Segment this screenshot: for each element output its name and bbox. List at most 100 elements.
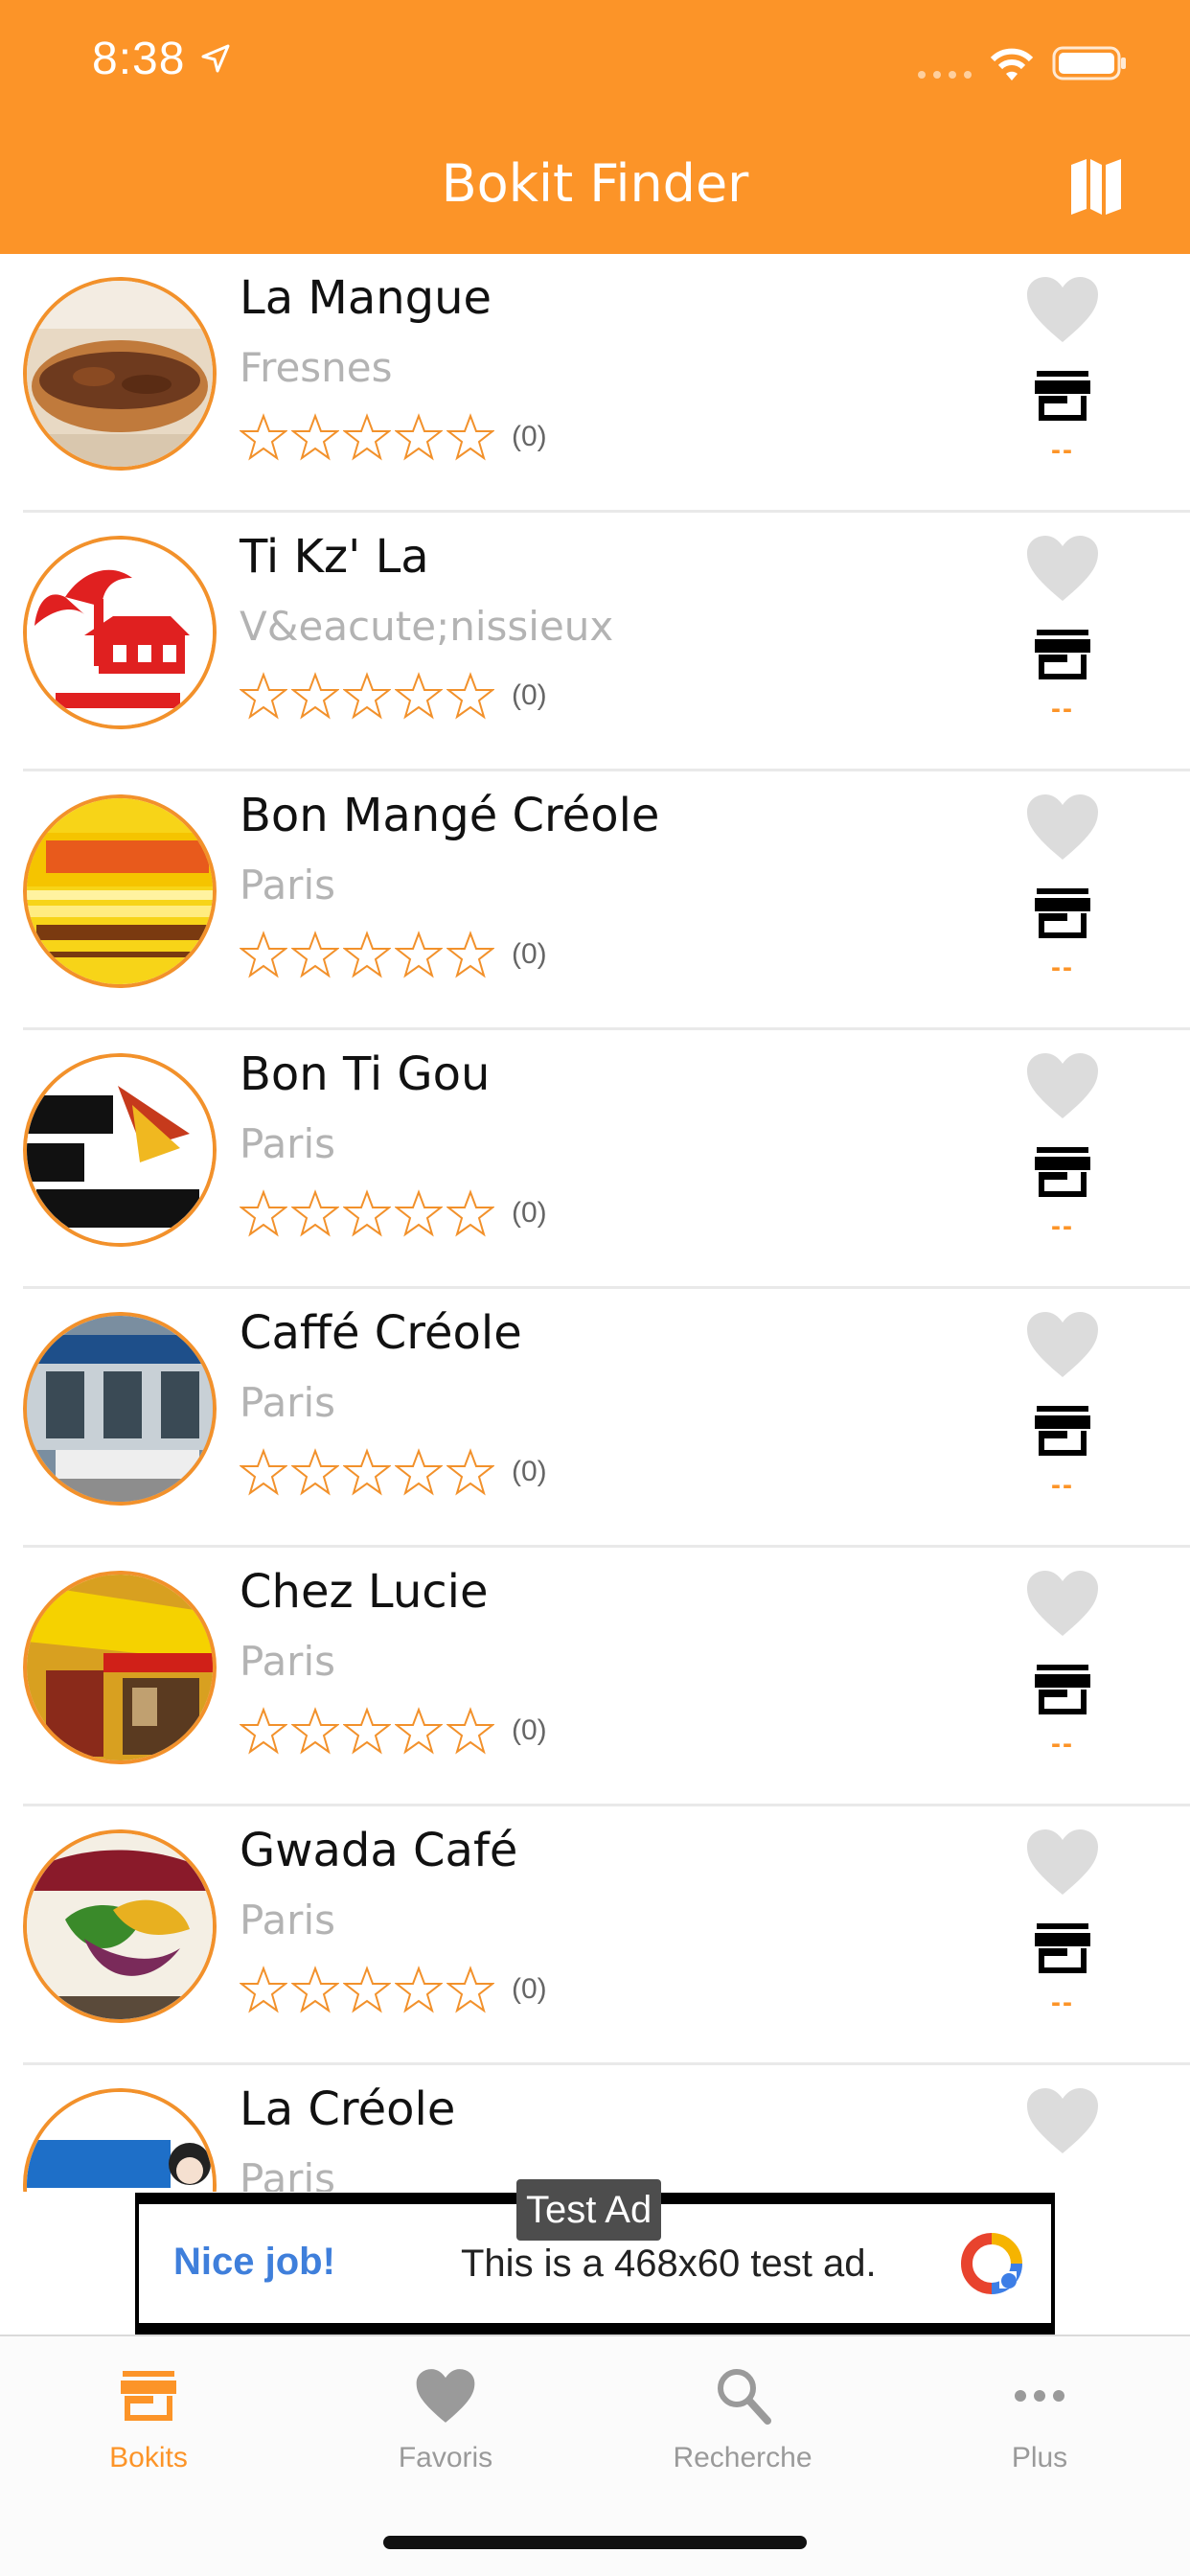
restaurant-thumbnail (23, 1829, 217, 2023)
list-item[interactable]: Caffé Créole Paris (0) -- (0, 1289, 1190, 1548)
rating-stars: (0) (240, 1966, 547, 2013)
cellular-signal-icon (918, 71, 972, 79)
rating-stars: (0) (240, 931, 547, 978)
star-icon (291, 413, 339, 461)
page-title: Bokit Finder (441, 153, 749, 214)
tab-label: Bokits (109, 2442, 188, 2473)
star-icon (395, 931, 443, 978)
star-icon (446, 672, 494, 720)
list-item[interactable]: La Créole Paris (0, 2065, 1190, 2192)
rating-count: (0) (512, 421, 547, 452)
favorite-heart-icon[interactable] (1025, 275, 1100, 344)
list-item[interactable]: La Mangue Fresnes (0) -- (0, 254, 1190, 513)
star-icon (343, 413, 391, 461)
star-icon (291, 1966, 339, 2013)
rating-count: (0) (512, 938, 547, 970)
ad-test-tag: Test Ad (516, 2179, 662, 2241)
star-icon (240, 1189, 287, 1237)
rating-count: (0) (512, 1456, 547, 1487)
map-icon[interactable] (1067, 157, 1125, 217)
star-icon (343, 1966, 391, 2013)
list-item[interactable]: Gwada Café Paris (0) -- (0, 1806, 1190, 2065)
favorite-heart-icon[interactable] (1025, 534, 1100, 603)
star-icon (240, 1448, 287, 1496)
tab-label: Recherche (673, 2442, 812, 2473)
star-icon (343, 1707, 391, 1755)
restaurant-name: Gwada Café (240, 1824, 518, 1877)
distance-label: -- (1051, 434, 1074, 466)
restaurant-thumbnail (23, 2088, 217, 2192)
tab-recherche[interactable]: Recherche (594, 2365, 891, 2474)
ad-banner[interactable]: Nice job! This is a 468x60 test ad. Test… (135, 2179, 1055, 2334)
restaurant-name: La Mangue (240, 271, 492, 325)
restaurant-city: Paris (240, 1120, 335, 1167)
restaurant-thumbnail (23, 1053, 217, 1247)
restaurant-name: Bon Ti Gou (240, 1047, 491, 1101)
star-icon (395, 1966, 443, 2013)
rating-stars: (0) (240, 1189, 547, 1237)
rating-stars: (0) (240, 413, 547, 461)
tab-favoris[interactable]: Favoris (297, 2365, 594, 2474)
favorite-heart-icon[interactable] (1025, 1310, 1100, 1379)
store-icon (1035, 1147, 1090, 1197)
search-icon (718, 2369, 771, 2425)
favorite-heart-icon[interactable] (1025, 2086, 1100, 2155)
distance-label: -- (1051, 693, 1074, 724)
star-icon (446, 413, 494, 461)
favorite-heart-icon[interactable] (1025, 1051, 1100, 1120)
favorite-heart-icon[interactable] (1025, 793, 1100, 862)
favorite-heart-icon[interactable] (1025, 1828, 1100, 1897)
restaurant-thumbnail (23, 277, 217, 471)
ad-headline: Nice job! (173, 2241, 335, 2283)
star-icon (446, 1189, 494, 1237)
star-icon (446, 931, 494, 978)
star-icon (240, 672, 287, 720)
star-icon (395, 672, 443, 720)
restaurant-thumbnail (23, 1312, 217, 1506)
rating-count: (0) (512, 1714, 547, 1746)
restaurant-city: V&eacute;nissieux (240, 603, 614, 650)
distance-label: -- (1051, 952, 1074, 983)
restaurant-city: Paris (240, 2155, 335, 2192)
restaurant-city: Paris (240, 1638, 335, 1685)
star-icon (395, 1448, 443, 1496)
tab-bokits[interactable]: Bokits (0, 2365, 297, 2474)
restaurant-city: Paris (240, 1897, 335, 1944)
rating-count: (0) (512, 1973, 547, 2005)
list-item[interactable]: Bon Mangé Créole Paris (0) -- (0, 771, 1190, 1030)
rating-count: (0) (512, 1197, 547, 1229)
restaurant-name: Ti Kz' La (240, 530, 429, 584)
star-icon (240, 413, 287, 461)
list-item[interactable]: Ti Kz' La V&eacute;nissieux (0) -- (0, 513, 1190, 771)
star-icon (291, 931, 339, 978)
restaurant-name: Caffé Créole (240, 1306, 522, 1360)
star-icon (240, 931, 287, 978)
wifi-icon (990, 48, 1034, 80)
distance-label: -- (1051, 1469, 1074, 1501)
rating-count: (0) (512, 679, 547, 711)
star-icon (343, 672, 391, 720)
store-icon (1035, 1665, 1090, 1714)
favorite-heart-icon[interactable] (1025, 1569, 1100, 1638)
distance-label: -- (1051, 1728, 1074, 1760)
restaurant-city: Fresnes (240, 344, 393, 391)
list-item[interactable]: Bon Ti Gou Paris (0) -- (0, 1030, 1190, 1289)
heart-icon (416, 2369, 475, 2423)
tab-plus[interactable]: Plus (891, 2365, 1188, 2474)
distance-label: -- (1051, 1987, 1074, 2018)
list-item[interactable]: Chez Lucie Paris (0) -- (0, 1548, 1190, 1806)
star-icon (291, 1707, 339, 1755)
rating-stars: (0) (240, 1707, 547, 1755)
battery-icon (1052, 46, 1126, 80)
restaurant-name: Chez Lucie (240, 1565, 489, 1619)
store-icon (1035, 630, 1090, 679)
restaurant-list[interactable]: La Mangue Fresnes (0) -- Ti Kz' La V&eac… (0, 254, 1190, 2192)
nav-header: 8:38 Bokit Finder (0, 0, 1190, 254)
star-icon (343, 1448, 391, 1496)
more-icon (1015, 2390, 1064, 2402)
store-icon (1035, 371, 1090, 421)
star-icon (343, 1189, 391, 1237)
star-icon (395, 413, 443, 461)
star-icon (395, 1707, 443, 1755)
ad-body: This is a 468x60 test ad. (461, 2242, 877, 2285)
